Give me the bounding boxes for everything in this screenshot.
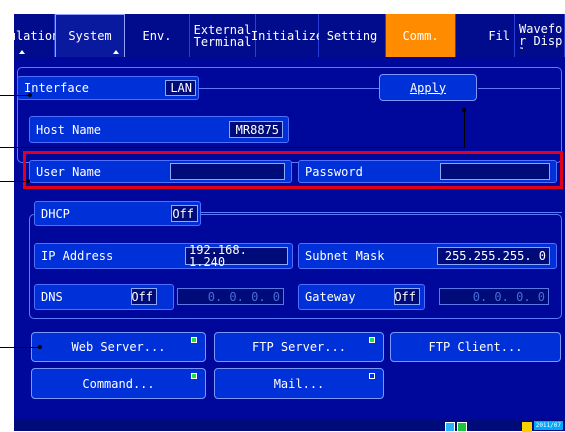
command-button[interactable]: Command...: [31, 368, 206, 399]
connector-line: [201, 212, 562, 213]
ip-address-field[interactable]: 192.168. 1.240: [185, 244, 288, 268]
gateway-label: Gateway: [305, 290, 356, 304]
tab-label: Fil: [488, 28, 510, 43]
ftp-client-label: FTP Client...: [428, 340, 523, 354]
callout-dot-icon: [38, 345, 42, 349]
tab-bar: ulation System Env. External Terminal In…: [9, 14, 565, 57]
highlight-box: [23, 151, 563, 189]
web-server-label: Web Server...: [71, 340, 166, 354]
callout-line: [464, 110, 465, 148]
tab-label: External Terminal: [193, 22, 252, 49]
status-led-icon: [191, 373, 197, 379]
connector-line: [199, 88, 385, 89]
tab-comm[interactable]: Comm.: [386, 14, 456, 57]
status-led-icon: [369, 373, 375, 379]
apply-label: Apply: [409, 80, 447, 95]
status-led-icon: [191, 337, 197, 343]
dhcp-label: DHCP: [41, 206, 70, 221]
tab-waveform-display[interactable]: Wavefor Displa: [515, 14, 565, 57]
tab-system[interactable]: System: [55, 14, 125, 57]
tab-label: ulation: [8, 28, 60, 43]
callout-line: [0, 95, 30, 96]
host-name-label: Host Name: [36, 122, 102, 137]
connector-line: [478, 88, 560, 89]
callout-dot-icon: [26, 179, 30, 183]
tab-indicator-icon: [19, 50, 25, 54]
tab-env[interactable]: Env.: [125, 14, 190, 57]
command-label: Command...: [82, 376, 155, 391]
ftp-server-label: FTP Server...: [252, 340, 346, 354]
tab-label: System: [68, 29, 112, 43]
dns-label: DNS: [41, 290, 63, 304]
tab-file[interactable]: Fil: [456, 14, 515, 57]
status-led-icon: [369, 337, 375, 343]
tab-label: Env.: [142, 28, 172, 43]
ftp-client-button[interactable]: FTP Client...: [390, 332, 561, 362]
tab-initialize[interactable]: Initialize: [251, 14, 323, 57]
callout-dot-icon: [28, 93, 32, 97]
tab-label: Comm.: [402, 28, 439, 43]
dns-field[interactable]: 0. 0. 0. 0: [177, 288, 284, 305]
ftp-server-button[interactable]: FTP Server...: [214, 332, 384, 362]
tab-simulation[interactable]: ulation: [9, 14, 59, 57]
interface-select[interactable]: LAN: [165, 80, 196, 96]
web-server-button[interactable]: Web Server...: [31, 332, 206, 362]
callout-line: [0, 147, 464, 148]
status-bar: [14, 420, 565, 431]
mail-label: Mail...: [273, 376, 325, 391]
interface-label: Interface: [24, 81, 90, 95]
tab-external-terminal[interactable]: External Terminal: [190, 14, 256, 57]
dhcp-toggle[interactable]: Off: [171, 205, 198, 222]
callout-line: [0, 181, 28, 182]
tab-label: Wavefor Displa: [519, 22, 563, 49]
dns-toggle[interactable]: Off: [131, 288, 157, 305]
gateway-toggle[interactable]: Off: [394, 288, 420, 305]
host-name-field[interactable]: MR8875: [229, 121, 283, 138]
tab-label: Initialize: [250, 28, 324, 43]
mail-button[interactable]: Mail...: [214, 368, 384, 399]
gateway-field[interactable]: 0. 0. 0. 0: [439, 288, 549, 305]
callout-line: [0, 347, 40, 348]
subnet-mask-label: Subnet Mask: [305, 249, 385, 263]
tab-indicator-icon: [113, 50, 119, 54]
callout-dot-icon: [462, 108, 466, 112]
settings-screen: ulation System Env. External Terminal In…: [9, 14, 565, 432]
tab-setting[interactable]: Setting: [319, 14, 386, 57]
subnet-mask-field[interactable]: 255.255.255. 0: [437, 247, 550, 265]
apply-button[interactable]: Apply: [379, 74, 477, 101]
ip-address-label: IP Address: [41, 249, 114, 263]
status-date: 2011/07: [533, 421, 563, 430]
tab-label: Setting: [326, 28, 378, 43]
